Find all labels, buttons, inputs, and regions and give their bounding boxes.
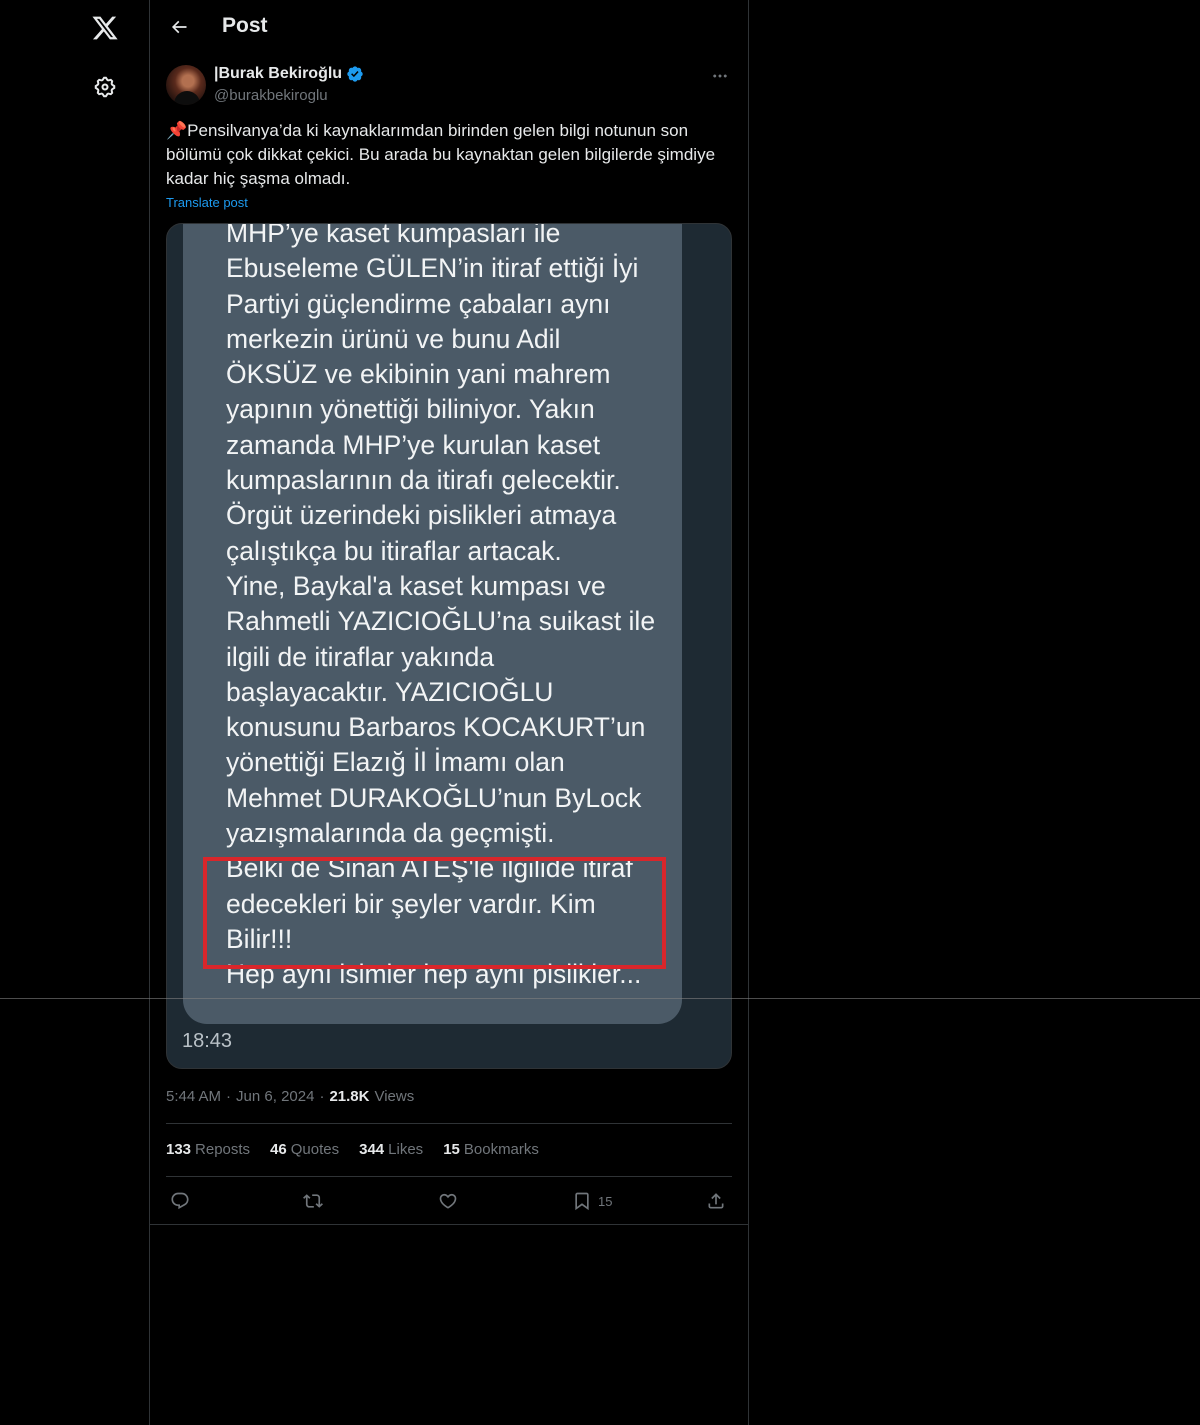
stat-label: Reposts: [195, 1141, 251, 1158]
share-button[interactable]: [706, 1189, 726, 1213]
views-label: Views: [374, 1088, 415, 1105]
message-time: 18:43: [182, 1030, 233, 1052]
arrow-left-icon: [169, 17, 189, 37]
stat-count: 133: [166, 1141, 192, 1158]
bookmark-icon: [572, 1191, 592, 1211]
stat-label: Likes: [388, 1141, 424, 1158]
meta-separator: ·: [226, 1088, 232, 1105]
more-dots-icon: [711, 67, 729, 85]
translate-post-link[interactable]: Translate post: [166, 195, 248, 210]
bookmarks-stat[interactable]: 15 Bookmarks: [443, 1141, 539, 1158]
post-text: 📌Pensilvanya’da ki kaynaklarımdan birind…: [166, 121, 716, 188]
views-count: 21.8K: [329, 1088, 370, 1105]
page-header: Post: [150, 0, 748, 54]
post-author: |Burak Bekiroğlu @burakbekiroglu: [166, 64, 732, 108]
stat-label: Quotes: [290, 1141, 340, 1158]
post-time[interactable]: 5:44 AM: [166, 1088, 221, 1105]
page-title: Post: [222, 14, 268, 37]
more-options-button[interactable]: [708, 64, 732, 88]
reply-icon: [170, 1191, 190, 1211]
like-button[interactable]: [438, 1189, 458, 1213]
left-nav-rail: [0, 0, 150, 1425]
stat-count: 344: [359, 1141, 385, 1158]
divider: [166, 1123, 732, 1124]
likes-stat[interactable]: 344 Likes: [359, 1141, 423, 1158]
author-handle[interactable]: @burakbekiroglu: [214, 87, 328, 104]
author-name-row: |Burak Bekiroğlu: [214, 65, 364, 83]
horizontal-guide-line: [0, 998, 1200, 999]
post-meta: 5:44 AM · Jun 6, 2024 · 21.8K Views: [166, 1088, 414, 1105]
divider: [150, 1224, 748, 1225]
reposts-stat[interactable]: 133 Reposts: [166, 1141, 250, 1158]
back-button[interactable]: [162, 10, 196, 44]
post-date[interactable]: Jun 6, 2024: [236, 1088, 314, 1105]
verified-badge-icon: [346, 65, 364, 83]
reply-button[interactable]: [170, 1189, 190, 1213]
stat-label: Bookmarks: [463, 1141, 539, 1158]
x-logo-icon[interactable]: [85, 8, 125, 48]
quotes-stat[interactable]: 46 Quotes: [270, 1141, 339, 1158]
gear-icon[interactable]: [85, 67, 125, 107]
share-icon: [706, 1191, 726, 1211]
post-actions: 15: [166, 1189, 732, 1213]
repost-button[interactable]: [303, 1189, 323, 1213]
author-name[interactable]: |Burak Bekiroğlu: [214, 65, 342, 83]
divider: [166, 1176, 732, 1177]
heart-icon: [438, 1191, 458, 1211]
stat-count: 46: [270, 1141, 287, 1158]
bookmark-count: 15: [598, 1193, 613, 1209]
red-highlight-box: [203, 857, 666, 969]
stat-count: 15: [443, 1141, 460, 1158]
bookmark-button[interactable]: 15: [572, 1189, 612, 1213]
repost-icon: [303, 1191, 323, 1211]
post-detail-column: Post |Burak Bekiroğlu @burakbekiroglu 📌P…: [150, 0, 749, 1425]
meta-separator: ·: [319, 1088, 325, 1105]
engagement-stats: 133 Reposts 46 Quotes 344 Likes 15 Bookm…: [166, 1141, 539, 1158]
post-image[interactable]: MHP’ye kaset kumpasları ile Ebuseleme GÜ…: [166, 223, 732, 1069]
avatar[interactable]: [166, 65, 206, 105]
